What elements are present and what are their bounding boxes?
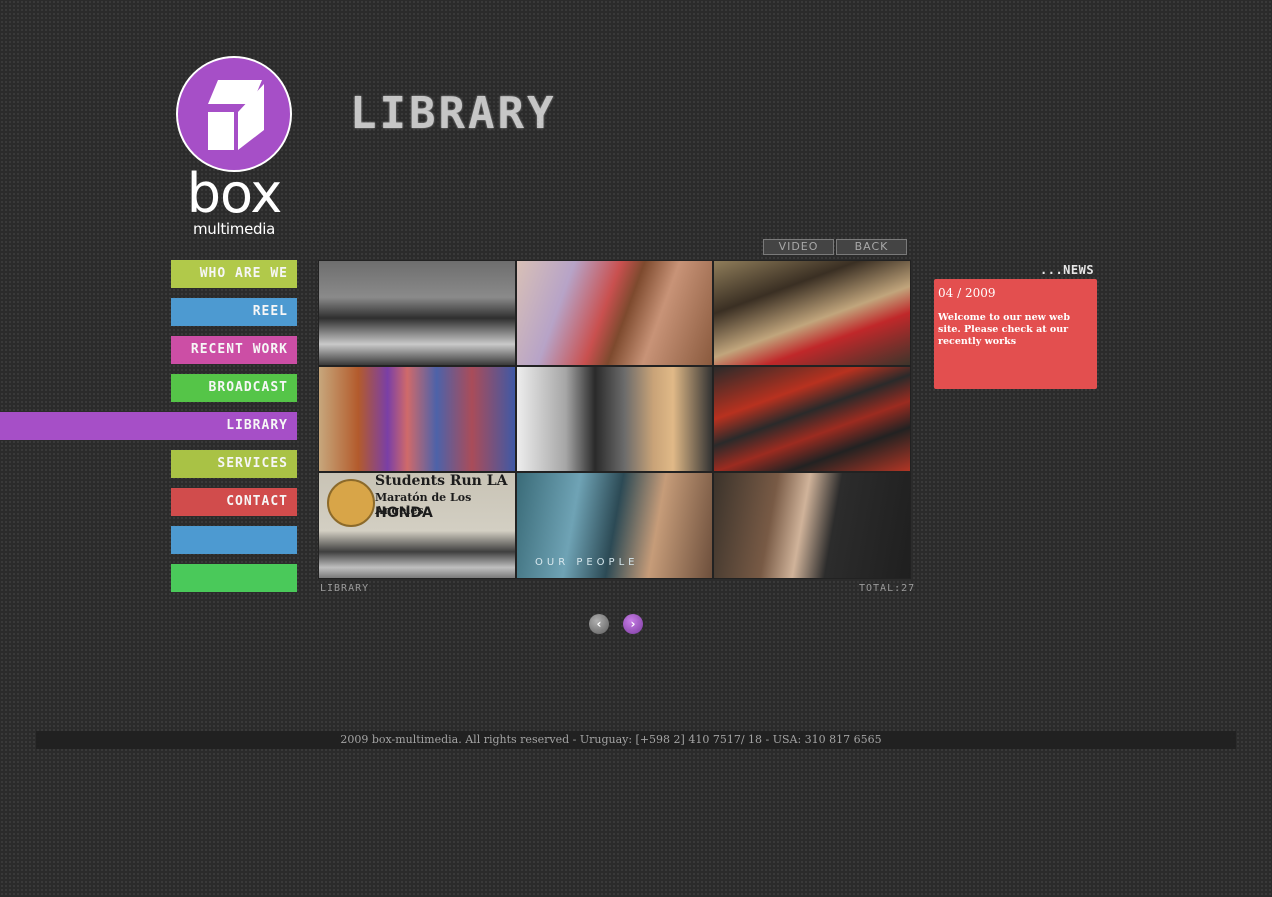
- chevron-right-icon: ›: [630, 617, 636, 631]
- gallery-thumbnail[interactable]: OUR PEOPLE: [516, 472, 713, 579]
- next-page-button[interactable]: ›: [623, 614, 643, 634]
- nav-label: CONTACT: [226, 494, 288, 509]
- nav-label: LIBRARY: [226, 418, 288, 433]
- thumbnail-text: OUR PEOPLE: [535, 557, 639, 568]
- gallery-thumbnail[interactable]: [318, 260, 516, 366]
- nav-label: RECENT WORK: [190, 342, 288, 357]
- library-gallery: Students Run LA Maratón de Los Angeles H…: [318, 260, 911, 579]
- gallery-total: TOTAL:27: [859, 583, 916, 594]
- video-button[interactable]: VIDEO: [763, 239, 834, 255]
- thumbnail-sponsor: HONDA: [375, 505, 433, 521]
- brand-tagline: multimedia: [192, 220, 276, 238]
- news-date: 04 / 2009: [938, 286, 996, 300]
- nav-item-reel[interactable]: REEL: [171, 298, 297, 326]
- page-title: LIBRARY: [350, 88, 557, 139]
- nav-label: SERVICES: [217, 456, 288, 471]
- nav-item-blank-green[interactable]: [171, 564, 297, 592]
- previous-page-button[interactable]: ‹: [589, 614, 609, 634]
- footer-text: 2009 box-multimedia. All rights reserved…: [340, 733, 882, 746]
- gallery-thumbnail[interactable]: [713, 366, 911, 472]
- gallery-thumbnail[interactable]: [713, 472, 911, 579]
- gallery-thumbnail[interactable]: [516, 366, 713, 472]
- nav-label: WHO ARE WE: [199, 266, 288, 281]
- nav-item-who-are-we[interactable]: WHO ARE WE: [171, 260, 297, 288]
- gallery-thumbnail[interactable]: [516, 260, 713, 366]
- footer: 2009 box-multimedia. All rights reserved…: [36, 731, 1236, 749]
- nav-item-library[interactable]: LIBRARY: [0, 412, 297, 440]
- gallery-thumbnail[interactable]: [318, 366, 516, 472]
- news-text: Welcome to our new web site. Please chec…: [938, 312, 1070, 347]
- gallery-caption: LIBRARY: [320, 583, 370, 594]
- gallery-thumbnail[interactable]: Students Run LA Maratón de Los Angeles H…: [318, 472, 516, 579]
- nav-item-broadcast[interactable]: BROADCAST: [171, 374, 297, 402]
- news-heading: ...NEWS: [1040, 263, 1095, 277]
- nav-label: BROADCAST: [208, 380, 288, 395]
- nav-item-blank-blue[interactable]: [171, 526, 297, 554]
- back-button[interactable]: BACK: [836, 239, 907, 255]
- cube-logo-icon: [176, 56, 292, 172]
- nav-item-services[interactable]: SERVICES: [171, 450, 297, 478]
- brand-name: box: [186, 162, 283, 225]
- logo[interactable]: box multimedia: [176, 56, 292, 242]
- marathon-badge-icon: [327, 479, 375, 527]
- nav-item-contact[interactable]: CONTACT: [171, 488, 297, 516]
- nav-label: REEL: [252, 304, 288, 319]
- chevron-left-icon: ‹: [596, 617, 602, 631]
- gallery-thumbnail[interactable]: [713, 260, 911, 366]
- thumbnail-title: Students Run LA: [375, 473, 508, 489]
- nav-item-recent-work[interactable]: RECENT WORK: [171, 336, 297, 364]
- news-panel: 04 / 2009 Welcome to our new web site. P…: [934, 279, 1097, 389]
